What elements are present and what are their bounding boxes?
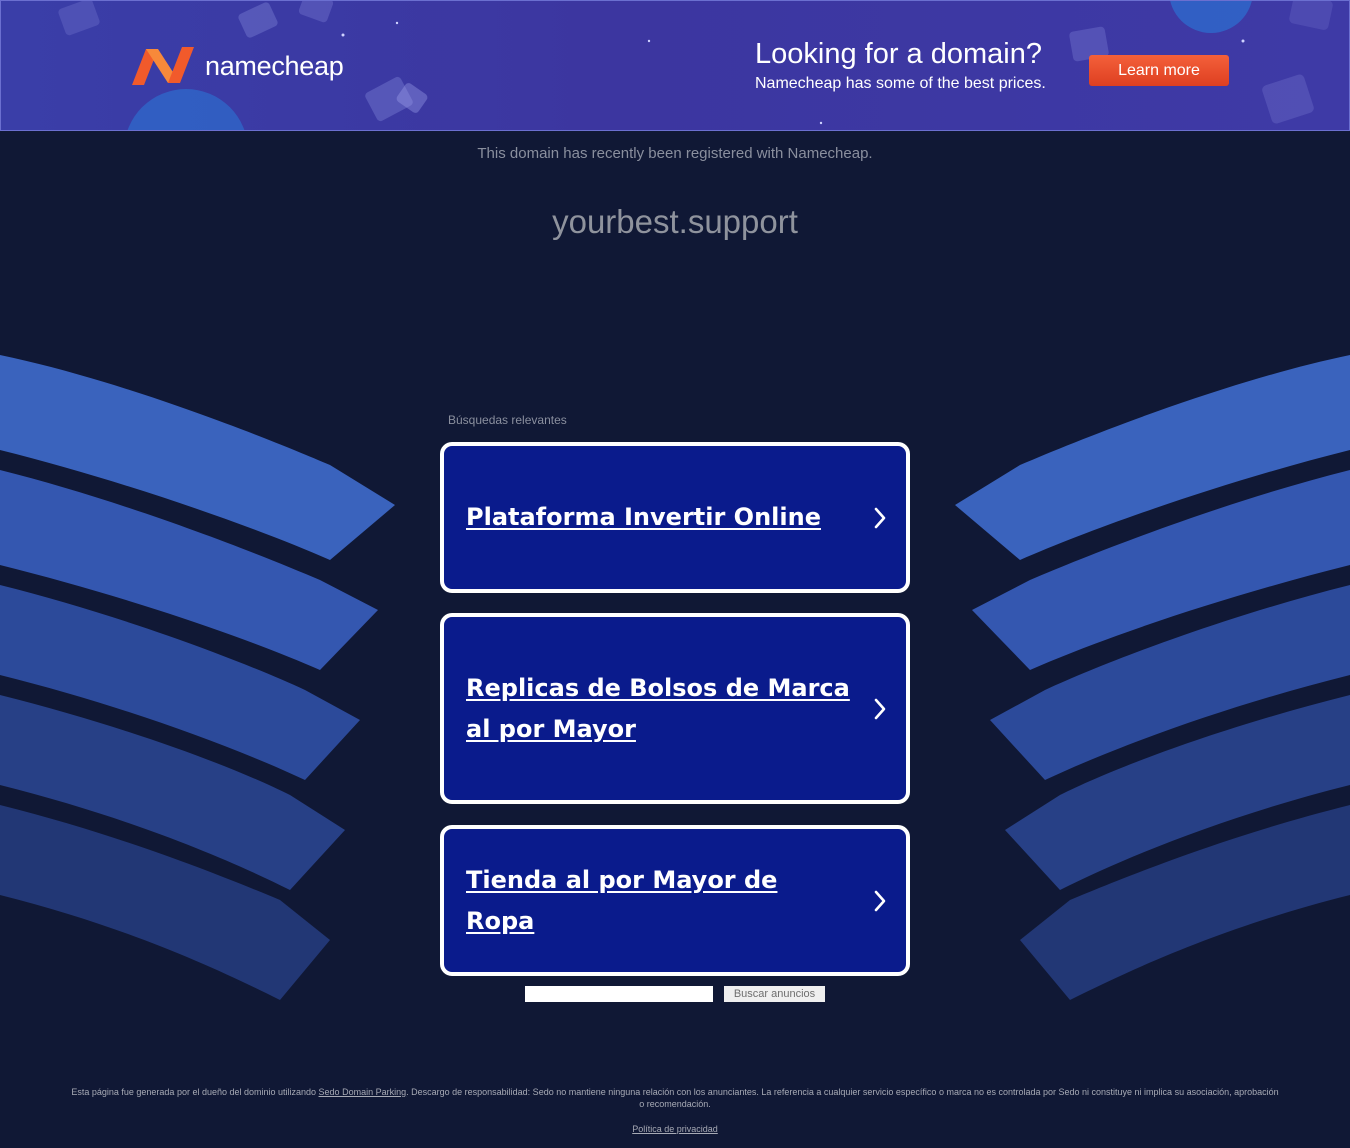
logo-text: namecheap <box>205 50 344 81</box>
search-ads-button[interactable]: Buscar anuncios <box>724 986 825 1002</box>
search-link-label[interactable]: Tienda al por Mayor de Ropa <box>466 860 850 942</box>
privacy-policy: Política de privacidad <box>0 1124 1350 1134</box>
related-searches-heading: Búsquedas relevantes <box>448 413 567 427</box>
promo-subline: Namecheap has some of the best prices. <box>755 75 1046 92</box>
disclaimer-text-start: Esta página fue generada por el dueño de… <box>71 1087 319 1097</box>
search-link-card[interactable]: Plataforma Invertir Online <box>440 442 910 593</box>
chevron-right-icon <box>874 507 886 528</box>
sedo-parking-link[interactable]: Sedo Domain Parking <box>319 1087 407 1097</box>
disclaimer-text-end: . Descargo de responsabilidad: Sedo no m… <box>406 1087 1279 1109</box>
promo-headline: Looking for a domain? <box>755 38 1042 70</box>
namecheap-logo-icon <box>132 47 194 85</box>
ads-search-input[interactable] <box>525 986 713 1002</box>
search-link-label[interactable]: Plataforma Invertir Online <box>466 497 821 538</box>
domain-name: yourbest.support <box>552 203 798 240</box>
search-link-card[interactable]: Tienda al por Mayor de Ropa <box>440 825 910 976</box>
search-link-card[interactable]: Replicas de Bolsos de Marca al por Mayor <box>440 613 910 804</box>
chevron-right-icon <box>874 890 886 911</box>
chevron-right-icon <box>874 698 886 719</box>
promo-text: Looking for a domain? Namecheap has some… <box>755 37 1046 95</box>
search-link-label[interactable]: Replicas de Bolsos de Marca al por Mayor <box>466 668 850 750</box>
namecheap-logo[interactable]: namecheap <box>129 45 344 87</box>
namecheap-banner[interactable]: namecheap Looking for a domain? Namechea… <box>0 0 1350 131</box>
privacy-policy-link[interactable]: Política de privacidad <box>632 1124 718 1134</box>
learn-more-button[interactable]: Learn more <box>1089 55 1229 86</box>
disclaimer-text: Esta página fue generada por el dueño de… <box>70 1086 1280 1110</box>
registration-notice: This domain has recently been registered… <box>477 145 873 162</box>
